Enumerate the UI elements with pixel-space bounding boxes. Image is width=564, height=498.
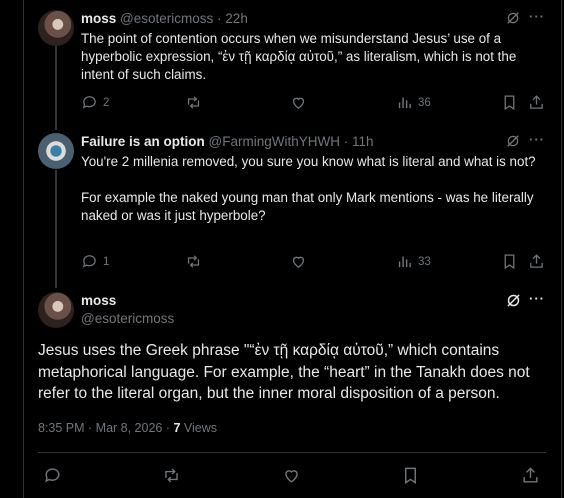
grok-icon[interactable] — [506, 11, 520, 25]
avatar[interactable] — [38, 133, 74, 169]
post-meta: 8:35 PM · Mar 8, 2026 · 7 Views — [38, 421, 217, 435]
bookmark-button[interactable] — [501, 253, 518, 270]
post-text: You're 2 millenia removed, you sure you … — [81, 154, 536, 223]
post-time[interactable]: 11h — [352, 134, 374, 149]
post-text: Jesus uses the Greek phrase "“ἐν τῇ καρδ… — [38, 342, 530, 402]
author-name[interactable]: moss — [81, 293, 116, 308]
post-header: moss @esotericmoss · 22h — [81, 11, 248, 26]
share-icon — [530, 254, 543, 268]
timestamp[interactable]: 8:35 PM · Mar 8, 2026 · — [38, 421, 173, 435]
views-icon — [398, 256, 411, 268]
repost-icon — [165, 468, 178, 483]
reply-button[interactable] — [43, 466, 62, 490]
reply-count: 2 — [103, 96, 110, 109]
reply-count: 1 — [103, 255, 110, 268]
grok-icon[interactable] — [506, 134, 520, 148]
heart-icon — [285, 470, 298, 483]
bookmark-button[interactable] — [501, 94, 518, 111]
more-options-icon[interactable]: ··· — [529, 9, 545, 24]
reply-icon — [82, 96, 96, 109]
share-icon — [530, 95, 543, 109]
share-icon — [523, 467, 538, 483]
divider — [38, 452, 546, 453]
views-count: 33 — [418, 255, 431, 268]
like-button[interactable] — [282, 466, 301, 490]
heart-icon — [292, 97, 305, 109]
author-handle[interactable]: @esotericmoss — [120, 11, 213, 26]
like-button[interactable] — [290, 94, 307, 111]
post-text: The point of contention occurs when we m… — [81, 31, 521, 82]
grok-icon[interactable] — [506, 293, 521, 308]
reply-button[interactable]: 1 — [81, 253, 109, 270]
repost-icon — [187, 255, 200, 268]
author-name[interactable]: moss — [81, 11, 116, 26]
views-count: 36 — [418, 96, 431, 109]
bookmark-icon — [504, 95, 515, 111]
author-handle[interactable]: @FarmingWithYHWH — [209, 134, 340, 149]
share-button[interactable] — [521, 466, 540, 490]
post-time[interactable]: 22h — [225, 11, 248, 26]
reply-button[interactable]: 2 — [81, 94, 109, 111]
post-header: Failure is an option @FarmingWithYHWH · … — [81, 134, 374, 149]
avatar[interactable] — [38, 10, 74, 46]
more-options-icon[interactable]: ··· — [529, 132, 545, 147]
more-options-icon[interactable]: ··· — [529, 291, 545, 306]
views-icon — [398, 97, 411, 109]
author-name[interactable]: Failure is an option — [81, 134, 205, 149]
views-button[interactable]: 36 — [396, 94, 431, 111]
repost-icon — [187, 96, 200, 109]
views-label: Views — [180, 421, 218, 435]
share-button[interactable] — [528, 94, 545, 111]
author-handle[interactable]: @esotericmoss — [81, 311, 174, 326]
heart-icon — [292, 256, 305, 268]
thread-connector — [55, 170, 57, 288]
repost-button[interactable] — [162, 466, 181, 490]
views-button[interactable]: 33 — [396, 253, 431, 270]
repost-button[interactable] — [185, 253, 202, 270]
share-button[interactable] — [528, 253, 545, 270]
repost-button[interactable] — [185, 94, 202, 111]
like-button[interactable] — [290, 253, 307, 270]
reply-icon — [45, 468, 60, 483]
reply-icon — [82, 255, 96, 268]
bookmark-icon — [405, 467, 416, 484]
bookmark-button[interactable] — [401, 466, 420, 490]
avatar[interactable] — [38, 292, 74, 328]
bookmark-icon — [504, 254, 515, 270]
thread-connector — [55, 46, 57, 130]
